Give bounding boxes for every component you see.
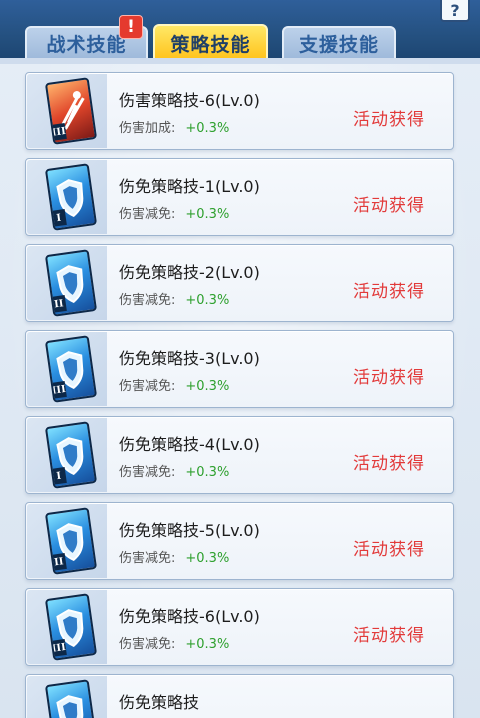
skill-stat: 伤害减免: +0.3%: [119, 547, 229, 566]
obtain-method-link[interactable]: 活动获得: [353, 449, 425, 474]
stat-label: 伤害减免:: [119, 465, 176, 480]
tier-label: I: [50, 467, 67, 485]
skill-stat: 伤害加成: +0.3%: [119, 117, 229, 136]
skill-icon-frame: II: [27, 246, 107, 320]
skill-card[interactable]: 伤免策略技: [25, 674, 454, 718]
shield-icon: III: [44, 335, 98, 403]
skill-stat: 伤害减免: +0.3%: [119, 289, 229, 308]
shield-icon: I: [44, 421, 98, 489]
stat-value: +0.3%: [185, 637, 230, 652]
skill-card[interactable]: I 伤免策略技-4(Lv.0) 伤害减免: +0.3% 活动获得: [25, 416, 454, 494]
shield-icon: II: [44, 507, 98, 575]
skill-icon-frame: III: [27, 590, 107, 664]
stat-value: +0.3%: [185, 465, 230, 480]
skill-icon-frame: I: [27, 418, 107, 492]
skill-icon-frame: III: [27, 74, 107, 148]
skill-stat: 伤害减免: +0.3%: [119, 461, 229, 480]
shield-icon: I: [44, 163, 98, 231]
stat-label: 伤害减免:: [119, 379, 176, 394]
alert-icon: !: [119, 15, 143, 39]
skill-icon-frame: III: [27, 332, 107, 406]
skill-name: 伤免策略技-2(Lv.0): [119, 263, 260, 282]
shield-icon: [44, 679, 98, 718]
tier-label: III: [50, 639, 67, 657]
obtain-method-link[interactable]: 活动获得: [353, 363, 425, 388]
skill-stat: 伤害减免: +0.3%: [119, 633, 229, 652]
skill-card[interactable]: II 伤免策略技-2(Lv.0) 伤害减免: +0.3% 活动获得: [25, 244, 454, 322]
stat-label: 伤害减免:: [119, 551, 176, 566]
skill-stat: 伤害减免: +0.3%: [119, 375, 229, 394]
stat-label: 伤害减免:: [119, 293, 176, 308]
stat-value: +0.3%: [185, 379, 230, 394]
skill-card[interactable]: III 伤免策略技-6(Lv.0) 伤害减免: +0.3% 活动获得: [25, 588, 454, 666]
skill-card[interactable]: III 伤害策略技-6(Lv.0) 伤害加成: +0.3% 活动获得: [25, 72, 454, 150]
tier-label: III: [50, 123, 67, 141]
tab-bar: 战术技能 策略技能 支援技能 ! ?: [0, 0, 480, 62]
tab-support-skills[interactable]: 支援技能: [282, 26, 396, 60]
tier-label: II: [50, 295, 67, 313]
tier-label: I: [50, 209, 67, 227]
skill-name: 伤免策略技-5(Lv.0): [119, 521, 260, 540]
skill-card[interactable]: II 伤免策略技-5(Lv.0) 伤害减免: +0.3% 活动获得: [25, 502, 454, 580]
skill-name: 伤免策略技: [119, 693, 200, 712]
shield-icon: III: [44, 593, 98, 661]
skill-name: 伤免策略技-4(Lv.0): [119, 435, 260, 454]
stat-label: 伤害减免:: [119, 207, 176, 222]
skill-card[interactable]: III 伤免策略技-3(Lv.0) 伤害减免: +0.3% 活动获得: [25, 330, 454, 408]
tier-label: III: [50, 381, 67, 399]
tier-label: II: [50, 553, 67, 571]
skill-icon-frame: II: [27, 504, 107, 578]
stat-value: +0.3%: [185, 293, 230, 308]
obtain-method-link[interactable]: 活动获得: [353, 277, 425, 302]
skill-stat: 伤害减免: +0.3%: [119, 203, 229, 222]
skill-list[interactable]: III 伤害策略技-6(Lv.0) 伤害加成: +0.3% 活动获得 I 伤免策略技-1(L…: [0, 64, 480, 718]
skill-icon-frame: I: [27, 160, 107, 234]
skill-name: 伤害策略技-6(Lv.0): [119, 91, 260, 110]
skill-icon-frame: [27, 676, 107, 718]
skill-card[interactable]: I 伤免策略技-1(Lv.0) 伤害减免: +0.3% 活动获得: [25, 158, 454, 236]
sword-icon: III: [44, 77, 98, 145]
obtain-method-link[interactable]: 活动获得: [353, 105, 425, 130]
stat-value: +0.3%: [185, 121, 230, 136]
shield-icon: II: [44, 249, 98, 317]
stat-value: +0.3%: [185, 551, 230, 566]
tab-strategy-skills[interactable]: 策略技能: [153, 24, 268, 62]
stat-value: +0.3%: [185, 207, 230, 222]
obtain-method-link[interactable]: 活动获得: [353, 621, 425, 646]
obtain-method-link[interactable]: 活动获得: [353, 535, 425, 560]
skill-name: 伤免策略技-6(Lv.0): [119, 607, 260, 626]
stat-label: 伤害减免:: [119, 637, 176, 652]
skill-name: 伤免策略技-1(Lv.0): [119, 177, 260, 196]
stat-label: 伤害加成:: [119, 121, 176, 136]
obtain-method-link[interactable]: 活动获得: [353, 191, 425, 216]
skill-name: 伤免策略技-3(Lv.0): [119, 349, 260, 368]
help-icon[interactable]: ?: [440, 0, 470, 22]
